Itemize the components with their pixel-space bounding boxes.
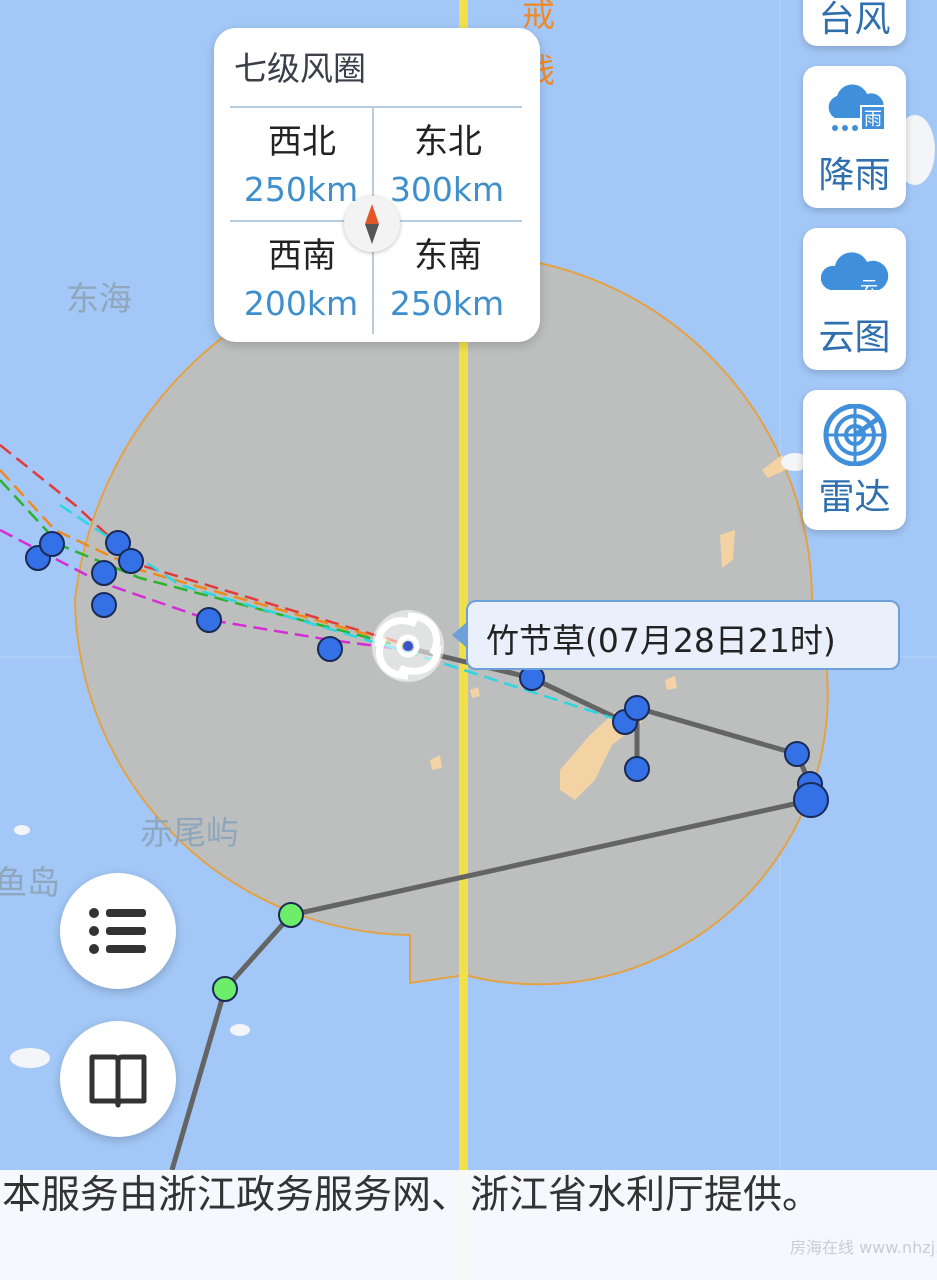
- quadrant-sw-value: 200km: [243, 284, 359, 323]
- typhoon-button-label: 台风: [818, 0, 891, 40]
- quadrant-se-value: 250km: [389, 284, 505, 323]
- divider: [230, 106, 522, 108]
- typhoon-icon[interactable]: [372, 610, 444, 682]
- list-button[interactable]: [60, 873, 176, 989]
- rain-cloud-icon: 雨: [828, 84, 886, 131]
- place-label-diaoyudao: 鱼岛: [0, 863, 60, 902]
- cloud-map-button[interactable]: 云 云图: [803, 228, 906, 370]
- radar-button-label: 雷达: [818, 477, 891, 518]
- rain-button-label: 降雨: [818, 155, 891, 196]
- footer-notice: 本服务由浙江政务服务网、浙江省水利厅提供。 房海在线 www.nhzj.com: [0, 1170, 937, 1280]
- book-icon: [89, 1054, 147, 1108]
- place-label-east-sea: 东海: [66, 279, 132, 318]
- cloud-map-button-label: 云图: [818, 317, 891, 358]
- wind-circle-title: 七级风圈: [234, 49, 366, 88]
- cloud-icon: 云: [821, 252, 889, 299]
- radar-button[interactable]: 雷达: [803, 390, 906, 530]
- compass-icon[interactable]: [344, 196, 400, 252]
- svg-text:云: 云: [860, 278, 878, 299]
- radar-icon: [823, 404, 887, 466]
- rain-button[interactable]: 雨 降雨: [803, 66, 906, 208]
- typhoon-name-text: 竹节草(07月28日21时): [486, 621, 836, 660]
- footer-text: 本服务由浙江政务服务网、浙江省水利厅提供。: [2, 1173, 822, 1218]
- svg-text:雨: 雨: [864, 109, 882, 130]
- typhoon-name-label[interactable]: 竹节草(07月28日21时): [466, 600, 900, 670]
- typhoon-label-pointer: [452, 622, 467, 648]
- list-icon: [89, 908, 146, 954]
- watermark: 房海在线 www.nhzj.com: [790, 1238, 937, 1257]
- quadrant-ne-label: 东北: [414, 122, 482, 162]
- quadrant-nw-label: 西北: [268, 122, 336, 162]
- legend-book-button[interactable]: [60, 1021, 176, 1137]
- wind-circle-panel: 七级风圈 西北 250km 东北 300km 西南 200km 东南 250km: [214, 28, 540, 342]
- typhoon-button[interactable]: 台风: [803, 0, 906, 46]
- place-label-chiweiyu: 赤尾屿: [140, 813, 239, 852]
